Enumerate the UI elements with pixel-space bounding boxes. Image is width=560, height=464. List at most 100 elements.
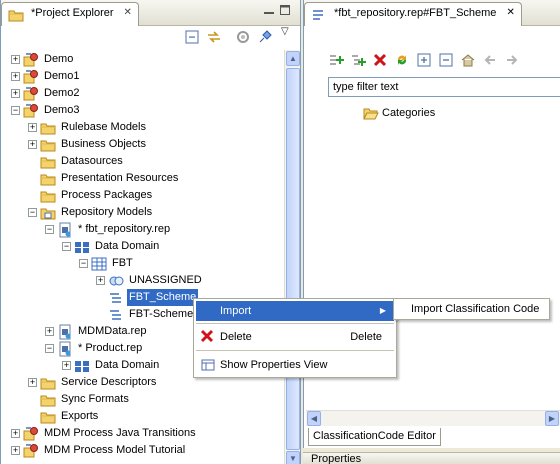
- tab-label: *Project Explorer: [31, 7, 114, 19]
- submenu-arrow-icon: ▶: [379, 306, 386, 315]
- tree-item-label: MDM Process Java Transitions: [44, 427, 196, 439]
- collapse-icon[interactable]: −: [11, 106, 20, 115]
- expand-icon[interactable]: +: [11, 446, 20, 455]
- tree-item[interactable]: + Rulebase Models: [28, 119, 148, 136]
- tree-item[interactable]: + MDMData.rep: [45, 323, 148, 340]
- tree-item[interactable]: + UNASSIGNED: [96, 272, 204, 289]
- tree-item[interactable]: + Demo1: [11, 68, 81, 85]
- delete-icon[interactable]: [372, 52, 388, 68]
- scrollbar-thumb[interactable]: [286, 68, 300, 450]
- tree-item[interactable]: − * Product.rep: [45, 340, 144, 357]
- tree-item[interactable]: + Business Objects: [28, 136, 148, 153]
- expand-icon[interactable]: +: [28, 378, 37, 387]
- classification-editor: *fbt_repository.rep#FBT_Scheme ✕ type fi…: [303, 0, 560, 448]
- collapse-icon[interactable]: −: [79, 259, 88, 268]
- view-menu-icon[interactable]: ▽: [281, 26, 297, 42]
- categories-label: Categories: [382, 106, 436, 119]
- tree-item[interactable]: − * fbt_repository.rep: [45, 221, 172, 238]
- collapse-icon[interactable]: −: [62, 242, 71, 251]
- tree-item[interactable]: Presentation Resources: [28, 170, 180, 187]
- tree-item[interactable]: − FBT: [79, 255, 135, 272]
- categories-node[interactable]: Categories: [350, 104, 435, 121]
- vertical-scrollbar[interactable]: ▲ ▼: [284, 50, 300, 464]
- scheme-icon: [108, 307, 124, 323]
- menu-item-import-classification-code[interactable]: Import Classification Code: [395, 300, 548, 318]
- expand-icon[interactable]: +: [11, 72, 20, 81]
- tree-item-label: Demo1: [44, 70, 80, 82]
- tree-item[interactable]: − Demo3: [11, 102, 81, 119]
- collapse-icon[interactable]: −: [45, 225, 54, 234]
- expand-icon[interactable]: +: [11, 55, 20, 64]
- scroll-left-icon[interactable]: ◀: [307, 411, 321, 426]
- tree-item-label: Service Descriptors: [61, 376, 157, 388]
- delete-icon: [200, 329, 216, 345]
- scroll-right-icon[interactable]: ▶: [545, 411, 559, 426]
- gear-icon[interactable]: [235, 29, 251, 45]
- tab-project-explorer[interactable]: *Project Explorer ✕: [1, 2, 139, 26]
- import-submenu: Import Classification Code: [393, 298, 550, 320]
- tree-item[interactable]: + Data Domain: [62, 357, 161, 374]
- tab-fbt-scheme-editor[interactable]: *fbt_repository.rep#FBT_Scheme ✕: [304, 2, 522, 26]
- close-icon[interactable]: ✕: [506, 7, 514, 22]
- menu-item-show-properties[interactable]: Show Properties View: [196, 355, 394, 375]
- import-label: Import: [220, 305, 252, 317]
- menu-item-import[interactable]: Import ▶: [196, 301, 394, 321]
- maximize-icon[interactable]: [280, 5, 290, 18]
- tab-classificationcode-editor[interactable]: ClassificationCode Editor: [308, 428, 441, 446]
- tree-item[interactable]: FBT-Scheme: [96, 306, 195, 323]
- folder-icon: [40, 409, 56, 425]
- tree-item[interactable]: Exports: [28, 408, 100, 425]
- tree-item[interactable]: + MDM Process Java Transitions: [11, 425, 198, 442]
- project-icon: [23, 52, 39, 68]
- project-tree[interactable]: + Demo + Demo1 + Demo2− Demo3 + Rulebase Models +…: [1, 50, 284, 464]
- menu-item-delete[interactable]: Delete Delete: [196, 327, 394, 347]
- expand-icon[interactable]: +: [11, 429, 20, 438]
- expand-icon[interactable]: +: [11, 89, 20, 98]
- tree-item[interactable]: − Repository Models: [28, 204, 154, 221]
- forward-arrow-icon[interactable]: [504, 52, 520, 68]
- collapse-all-icon[interactable]: [184, 29, 200, 45]
- expand-icon[interactable]: +: [96, 276, 105, 285]
- collapse-all-icon[interactable]: [438, 52, 454, 68]
- collapse-icon[interactable]: −: [45, 344, 54, 353]
- add-child-icon[interactable]: [350, 52, 366, 68]
- refresh-icon[interactable]: [394, 52, 410, 68]
- tree-item-label: Business Objects: [61, 138, 146, 150]
- close-icon[interactable]: ✕: [124, 7, 132, 18]
- expand-icon[interactable]: +: [45, 327, 54, 336]
- repository-file-icon: [57, 222, 73, 238]
- properties-view-tab[interactable]: Properties: [303, 452, 560, 464]
- tree-item[interactable]: + Demo: [11, 51, 75, 68]
- repository-file-icon: [57, 324, 73, 340]
- link-with-editor-icon[interactable]: [206, 29, 222, 45]
- back-arrow-icon[interactable]: [482, 52, 498, 68]
- home-icon[interactable]: [460, 52, 476, 68]
- tree-item-label: Process Packages: [61, 189, 153, 201]
- scroll-down-icon[interactable]: ▼: [286, 451, 300, 464]
- filter-input[interactable]: [328, 77, 560, 97]
- tree-item[interactable]: − Data Domain: [62, 238, 161, 255]
- minimize-icon[interactable]: [264, 7, 274, 18]
- expand-icon[interactable]: +: [62, 361, 71, 370]
- tree-item[interactable]: FBT_Scheme: [96, 289, 199, 306]
- folder-icon: [40, 392, 56, 408]
- collapse-icon[interactable]: −: [28, 208, 37, 217]
- folder-open-icon: [363, 105, 379, 121]
- tree-item[interactable]: + MDM Process Model Tutorial: [11, 442, 187, 459]
- tree-item[interactable]: Datasources: [28, 153, 125, 170]
- unassigned-icon: [108, 273, 124, 289]
- folder-icon: [40, 120, 56, 136]
- tree-item[interactable]: Process Packages: [28, 187, 154, 204]
- tree-item[interactable]: + Demo2: [11, 85, 81, 102]
- tree-item[interactable]: Sync Formats: [28, 391, 131, 408]
- add-sibling-icon[interactable]: [328, 52, 344, 68]
- expand-icon[interactable]: +: [28, 123, 37, 132]
- horizontal-scrollbar[interactable]: ◀ ▶: [306, 410, 560, 426]
- context-menu: Import ▶ Delete Delete Show Properties V…: [193, 298, 397, 378]
- expand-all-icon[interactable]: [416, 52, 432, 68]
- pin-icon[interactable]: [257, 29, 273, 45]
- expand-icon[interactable]: +: [28, 140, 37, 149]
- folder-icon: [40, 154, 56, 170]
- tree-item[interactable]: + Service Descriptors: [28, 374, 158, 391]
- scroll-up-icon[interactable]: ▲: [286, 51, 300, 66]
